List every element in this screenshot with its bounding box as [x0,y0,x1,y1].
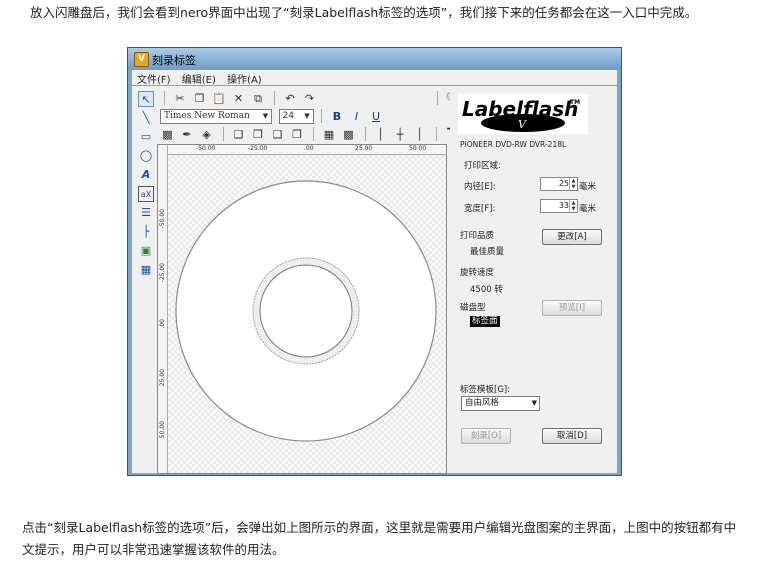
width-unit: 毫米 [579,204,597,214]
width-label: 宽度[F]: [464,204,496,214]
paste-icon[interactable]: 📋 [212,91,227,106]
tree-icon[interactable]: ├ [138,224,154,240]
drawing-tools: ↖ ╲ ▭ ◯ A aX ☰ ├ ▣ ▦ [138,91,156,281]
print-quality-value: 最佳质量 [470,247,505,257]
disc-type-label: 磁盘型 [460,303,486,313]
inner-diameter-label: 内径[E]: [464,182,496,192]
toolbar-font: Times New Roman ▼ 24 ▼ B I U [160,109,385,126]
print-quality-label: 打印品质 [460,231,495,241]
ruler-top-label: 50.00 [409,145,427,152]
ungroup-icon[interactable]: ❒ [290,127,305,142]
logo-v: V [518,118,527,131]
align-left-icon[interactable]: │ [373,127,388,142]
inner-diameter-spinner[interactable]: 25 ▲ ▼ [540,177,578,191]
ruler-top-label: 25.00 [355,145,373,152]
align-center-icon[interactable]: ┼ [393,127,408,142]
bold-button[interactable]: B [330,109,345,124]
delete-icon[interactable]: ✕ [231,91,246,106]
template-label: 标签模板[G]: [460,385,511,395]
spinner-arrows-icon[interactable]: ▲ ▼ [569,200,577,212]
menu-edit[interactable]: 编辑(E) [182,71,216,86]
rotation-speed-label: 旋转速度 [460,268,495,278]
ruler-left-label: -25.00 [159,263,166,283]
font-name-value: Times New Roman [164,111,250,121]
group-icon[interactable]: ❑ [270,127,285,142]
ruler-left-label: 50.00 [159,421,166,439]
chevron-down-icon: ▼ [531,399,537,407]
inner-diameter-unit: 毫米 [579,182,597,192]
rectangle-tool-icon[interactable]: ▭ [138,129,154,145]
cut-icon[interactable]: ✂ [173,91,188,106]
ruler-top-label: -25.00 [248,145,268,152]
duplicate-icon[interactable]: ⧉ [251,91,266,106]
drive-name: PIONEER DVD-RW DVR-218L [460,140,567,149]
menu-file[interactable]: 文件(F) [137,71,171,86]
bring-front-icon[interactable]: ❏ [231,127,246,142]
print-area-label: 打印区域: [464,161,501,171]
font-name-select[interactable]: Times New Roman ▼ [160,109,272,124]
pen-icon[interactable]: ✒ [180,127,195,142]
italic-button[interactable]: I [349,109,364,124]
logo-tm: TM [570,99,580,106]
width-spinner[interactable]: 33 ▲ ▼ [540,199,578,213]
ruler-left: -50.00 -25.00 .00 25.00 50.00 [158,145,168,473]
bottom-paragraph: 点击“刻录Labelflash标签的选项”后，会弹出如上图所示的界面，这里就是需… [22,520,737,557]
undo-icon[interactable]: ↶ [283,91,298,106]
disc-type-value: 标签面 [470,316,500,327]
design-canvas[interactable]: -50.00 -25.00 .00 25.00 50.00 -50.00 -25… [157,144,447,474]
disc-outline [175,180,437,442]
spinner-arrows-icon[interactable]: ▲ ▼ [569,178,577,190]
ruler-left-label: -50.00 [159,209,166,229]
window-client: ↖ ╲ ▭ ◯ A aX ☰ ├ ▣ ▦ ✂ ❐ 📋 ✕ ⧉ ↶ ↷ 🔍 🔎 [132,86,617,474]
window-title: 刻录标签 [152,54,196,67]
ruler-top: -50.00 -25.00 .00 25.00 50.00 [158,145,446,155]
template-select[interactable]: 自由风格 ▼ [461,396,540,411]
chevron-down-icon: ▼ [262,112,269,120]
inner-diameter-value: 25 [558,179,569,188]
change-button[interactable]: 更改[A] [542,229,602,245]
template-value: 自由风格 [465,398,500,408]
menu-bar: 文件(F) 编辑(E) 操作(A) [132,70,617,86]
menu-action[interactable]: 操作(A) [227,71,262,86]
image-insert-icon[interactable]: ▩ [160,127,175,142]
list-icon[interactable]: ☰ [138,205,154,221]
underline-button[interactable]: U [369,109,384,124]
line-tool-icon[interactable]: ╲ [138,110,154,126]
frame-icon[interactable]: ▦ [138,262,154,278]
width-value: 33 [558,201,569,210]
burn-label-window: V 刻录标签 文件(F) 编辑(E) 操作(A) ↖ ╲ ▭ ◯ A aX ☰ … [127,47,622,476]
chevron-down-icon: ▼ [304,112,310,120]
ruler-left-label: .00 [159,319,166,329]
canvas-grid [168,155,446,473]
align-box-icon[interactable]: ▦ [322,127,337,142]
cancel-button[interactable]: 取消[D] [542,428,602,444]
send-back-icon[interactable]: ❐ [251,127,266,142]
align-grid-icon[interactable]: ▩ [341,127,356,142]
select-tool-icon[interactable]: ↖ [138,91,154,107]
fill-icon[interactable]: ◈ [199,127,214,142]
copy-icon[interactable]: ❐ [192,91,207,106]
title-bar: V 刻录标签 [128,48,621,70]
redo-icon[interactable]: ↷ [302,91,317,106]
burn-button[interactable]: 刻录[O] [461,428,511,444]
font-size-select[interactable]: 24 ▼ [278,109,314,124]
app-icon: V [134,52,149,67]
labelflash-logo: Labelflash TM V [458,94,588,134]
rotation-speed-value: 4500 转 [470,285,503,295]
top-paragraph: 放入闪雕盘后，我们会看到nero界面中出现了“刻录Labelflash标签的选项… [30,5,698,20]
ruler-left-label: 25.00 [159,369,166,387]
ruler-top-label: -50.00 [196,145,216,152]
ellipse-tool-icon[interactable]: ◯ [138,148,154,164]
align-right-icon[interactable]: │ [412,127,427,142]
settings-panel: Labelflash TM V PIONEER DVD-RW DVR-218L … [450,86,617,473]
text-frame-icon[interactable]: aX [138,186,154,202]
font-size-value: 24 [282,111,294,121]
text-tool-icon[interactable]: A [138,167,154,183]
image-icon[interactable]: ▣ [138,243,154,259]
ruler-top-label: .00 [304,145,314,152]
preview-button[interactable]: 预览[I] [542,300,602,316]
